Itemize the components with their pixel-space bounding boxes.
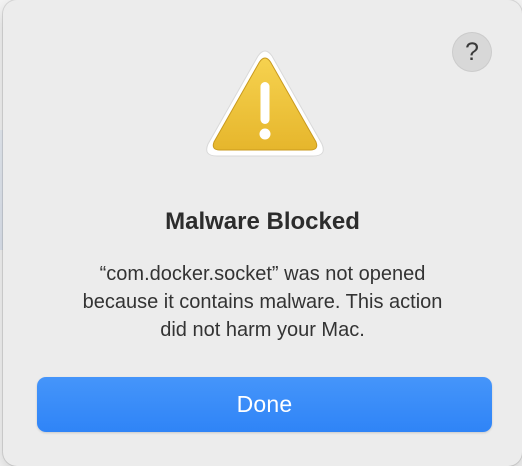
done-button[interactable]: Done — [37, 377, 492, 432]
malware-blocked-dialog: ? Malware Blocked “com.docker.socket” wa… — [3, 0, 522, 466]
help-label: ? — [465, 37, 479, 66]
warning-triangle-icon — [206, 50, 324, 157]
dialog-title: Malware Blocked — [165, 208, 360, 235]
help-button[interactable]: ? — [452, 32, 492, 72]
message-line-3: did not harm your Mac. — [160, 319, 365, 341]
message-line-1: “com.docker.socket” was not opened — [99, 263, 426, 285]
message-line-2: because it contains malware. This action — [82, 291, 443, 313]
done-button-label: Done — [236, 391, 293, 417]
dialog-message: “com.docker.socket” was not opened becau… — [33, 260, 492, 344]
